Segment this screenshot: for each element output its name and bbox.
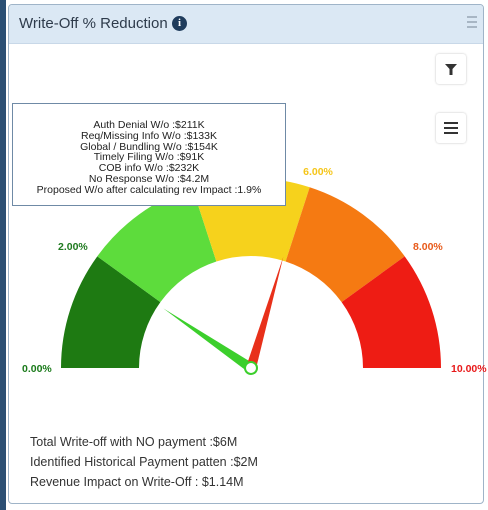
summary-revenue-impact: Revenue Impact on Write-Off : $1.14M: [30, 475, 244, 489]
filter-icon: [445, 64, 457, 75]
gauge-tick-label: 2.00%: [58, 241, 88, 253]
info-icon[interactable]: i: [172, 16, 187, 31]
widget-title: Write-Off % Reduction: [19, 15, 168, 32]
summary-total-writeoff: Total Write-off with NO payment :$6M: [30, 435, 238, 449]
gauge-tooltip: Auth Denial W/o :$211K Req/Missing Info …: [12, 103, 286, 206]
filter-button[interactable]: [436, 54, 466, 84]
gauge-tick-label: 10.00%: [451, 363, 487, 375]
header-menu-icon[interactable]: [467, 16, 477, 28]
tooltip-line: Req/Missing Info W/o :$133K: [81, 129, 217, 142]
tooltip-line: Proposed W/o after calculating rev Impac…: [36, 183, 262, 196]
gauge-tick-label: 0.00%: [22, 363, 52, 375]
gauge-tick-label: 8.00%: [413, 241, 443, 253]
needle-hub: [244, 361, 258, 375]
chart-menu-button[interactable]: [436, 113, 466, 143]
gauge-tick-label: 6.00%: [303, 166, 333, 178]
needle-current: [246, 256, 284, 370]
summary-block: Total Write-off with NO payment :$6M Ide…: [30, 432, 258, 492]
summary-historical-payment: Identified Historical Payment patten :$2…: [30, 455, 258, 469]
widget-header: Write-Off % Reduction i: [9, 5, 483, 44]
needle-proposed: [163, 308, 254, 373]
hamburger-menu-icon: [444, 122, 458, 137]
